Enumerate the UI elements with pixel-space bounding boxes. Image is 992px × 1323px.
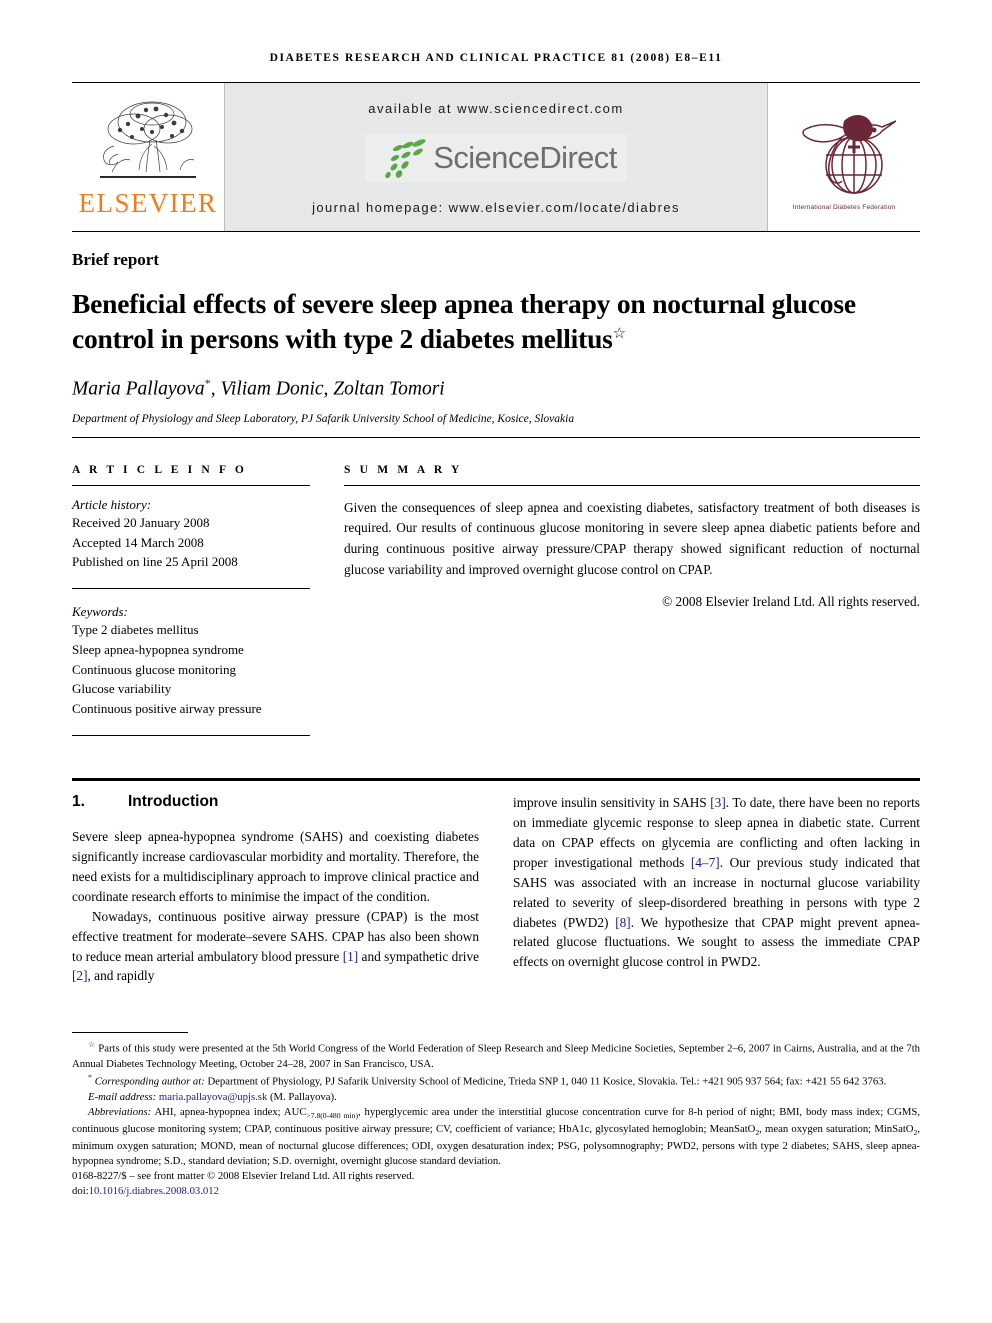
footnote-asterisk-marker: * — [88, 1072, 93, 1082]
intro-paragraph-1: Severe sleep apnea-hypopnea syndrome (SA… — [72, 828, 479, 904]
paper-page: DIABETES RESEARCH AND CLINICAL PRACTICE … — [0, 0, 992, 1323]
footnote-issn-line: 0168-8227/$ – see front matter © 2008 El… — [72, 1170, 415, 1183]
keywords-bottom-divider — [72, 734, 310, 736]
email-label: E-mail address: — [88, 1090, 157, 1103]
section-number: 1. — [72, 792, 85, 810]
article-info-divider — [72, 484, 310, 486]
elsevier-tree-icon — [100, 101, 196, 178]
body-top-rule — [72, 777, 920, 781]
corresponding-author-details: Department of Physiology, PJ Safarik Uni… — [204, 1075, 887, 1088]
title-footnote-marker[interactable]: ☆ — [613, 326, 626, 342]
journal-homepage-text[interactable]: journal homepage: www.elsevier.com/locat… — [312, 200, 680, 215]
footnote-doi: doi:10.1016/j.diabres.2008.03.012 — [72, 1184, 920, 1199]
journal-masthead: ELSEVIER available at www.sciencedirect.… — [72, 82, 920, 232]
intro-p2-part-c: , and rapidly — [87, 968, 155, 984]
idf-hummingbird-globe-icon — [802, 115, 896, 194]
society-logo: International Diabetes Federation — [768, 83, 920, 231]
author-list: Maria Pallayova*, Viliam Donic, Zoltan T… — [72, 376, 920, 401]
available-at-text: available at www.sciencedirect.com — [368, 101, 624, 116]
keyword-item: Sleep apnea-hypopnea syndrome — [72, 641, 244, 657]
history-item: Received 20 January 2008 — [72, 514, 210, 530]
sciencedirect-wordmark: ScienceDirect — [433, 140, 617, 175]
abbrev-part-a: AHI, apnea-hypopnea index; AUC — [151, 1105, 307, 1118]
sciencedirect-leaf-icon — [385, 139, 426, 179]
article-info-heading: A R T I C L E I N F O — [72, 463, 247, 476]
footnote-email: E-mail address: maria.pallayova@upjs.sk … — [72, 1090, 920, 1105]
sciencedirect-banner: available at www.sciencedirect.com Scien… — [224, 83, 768, 231]
section-heading-introduction: 1. Introduction — [72, 793, 479, 811]
article-history-group: Article history: Received 20 January 200… — [72, 497, 310, 588]
keywords-label: Keywords: — [72, 604, 128, 620]
intro-right-part-a: improve insulin sensitivity in SAHS — [513, 794, 711, 810]
intro-paragraph-2-cont: improve insulin sensitivity in SAHS [3].… — [513, 793, 920, 972]
article-category: Brief report — [72, 250, 160, 269]
citation-ref-4-7[interactable]: [4–7] — [691, 855, 720, 870]
footnote-rule — [72, 1032, 188, 1033]
running-head: DIABETES RESEARCH AND CLINICAL PRACTICE … — [269, 52, 723, 64]
history-item: Accepted 14 March 2008 — [72, 534, 204, 550]
history-item: Published on line 25 April 2008 — [72, 554, 238, 570]
elsevier-wordmark: ELSEVIER — [78, 187, 218, 218]
citation-ref-2[interactable]: [2] — [72, 968, 88, 983]
email-owner: (M. Pallayova). — [269, 1090, 337, 1103]
title-divider — [72, 436, 920, 438]
summary-text: Given the consequences of sleep apnea an… — [344, 499, 920, 577]
elsevier-logo: ELSEVIER — [72, 83, 224, 231]
footnote-star-marker: ☆ — [88, 1040, 96, 1049]
intro-p2-part-b: and sympathetic drive — [358, 948, 479, 964]
citation-ref-1[interactable]: [1] — [343, 949, 359, 964]
doi-label: doi: — [72, 1185, 89, 1198]
abbreviations-label: Abbreviations: — [88, 1105, 152, 1118]
summary-heading: S U M M A R Y — [344, 463, 463, 476]
keyword-item: Continuous positive airway pressure — [72, 701, 262, 717]
title-block: Brief report Beneficial effects of sever… — [72, 232, 920, 438]
body-column-left: 1. Introduction Severe sleep apnea-hypop… — [72, 793, 479, 987]
body-column-right: improve insulin sensitivity in SAHS [3].… — [513, 793, 920, 987]
article-info-column: A R T I C L E I N F O Article history: R… — [72, 464, 310, 736]
article-history-label: Article history: — [72, 496, 152, 512]
footnote-star-text: Parts of this study were presented at th… — [72, 1042, 921, 1070]
footnote-study-presentation: ☆ Parts of this study were presented at … — [72, 1039, 920, 1072]
summary-column: S U M M A R Y Given the consequences of … — [344, 464, 920, 736]
intro-paragraph-2: Nowadays, continuous positive airway pre… — [72, 907, 479, 987]
doi-value-link[interactable]: 10.1016/j.diabres.2008.03.012 — [89, 1185, 219, 1197]
author-corresponding: Maria Pallayova — [72, 378, 205, 400]
keyword-item: Continuous glucose monitoring — [72, 661, 236, 677]
abbrev-auc-subscript: >7.8(0-480 min) — [306, 1111, 358, 1121]
abbrev-part-c: , mean oxygen saturation; MinSatO — [759, 1122, 914, 1135]
footnote-block: ☆ Parts of this study were presented at … — [72, 1032, 920, 1199]
paper-title-text: Beneficial effects of severe sleep apnea… — [72, 288, 856, 355]
citation-ref-3[interactable]: [3] — [710, 795, 726, 810]
section-title: Introduction — [128, 792, 219, 810]
affiliation: Department of Physiology and Sleep Labor… — [72, 412, 575, 425]
citation-ref-8[interactable]: [8] — [615, 915, 631, 930]
society-caption: International Diabetes Federation — [792, 204, 896, 211]
email-address-link[interactable]: maria.pallayova@upjs.sk — [159, 1091, 267, 1103]
keyword-item: Glucose variability — [72, 681, 172, 697]
footnote-corresponding-author: * Corresponding author at: Department of… — [72, 1072, 920, 1090]
keyword-item: Type 2 diabetes mellitus — [72, 622, 199, 638]
body-columns: 1. Introduction Severe sleep apnea-hypop… — [72, 793, 920, 987]
page-title: Beneficial effects of severe sleep apnea… — [72, 286, 920, 356]
summary-divider — [344, 484, 920, 486]
info-summary-section: A R T I C L E I N F O Article history: R… — [72, 464, 920, 736]
author-list-rest: , Viliam Donic, Zoltan Tomori — [210, 378, 445, 400]
copyright-line: © 2008 Elsevier Ireland Ltd. All rights … — [662, 594, 920, 610]
sciencedirect-logo[interactable]: ScienceDirect — [365, 134, 627, 182]
footnote-abbreviations: Abbreviations: AHI, apnea-hypopnea index… — [72, 1105, 920, 1169]
keywords-group: Keywords: Type 2 diabetes mellitus Sleep… — [72, 589, 310, 735]
corresponding-author-label: Corresponding author at: — [94, 1075, 205, 1088]
